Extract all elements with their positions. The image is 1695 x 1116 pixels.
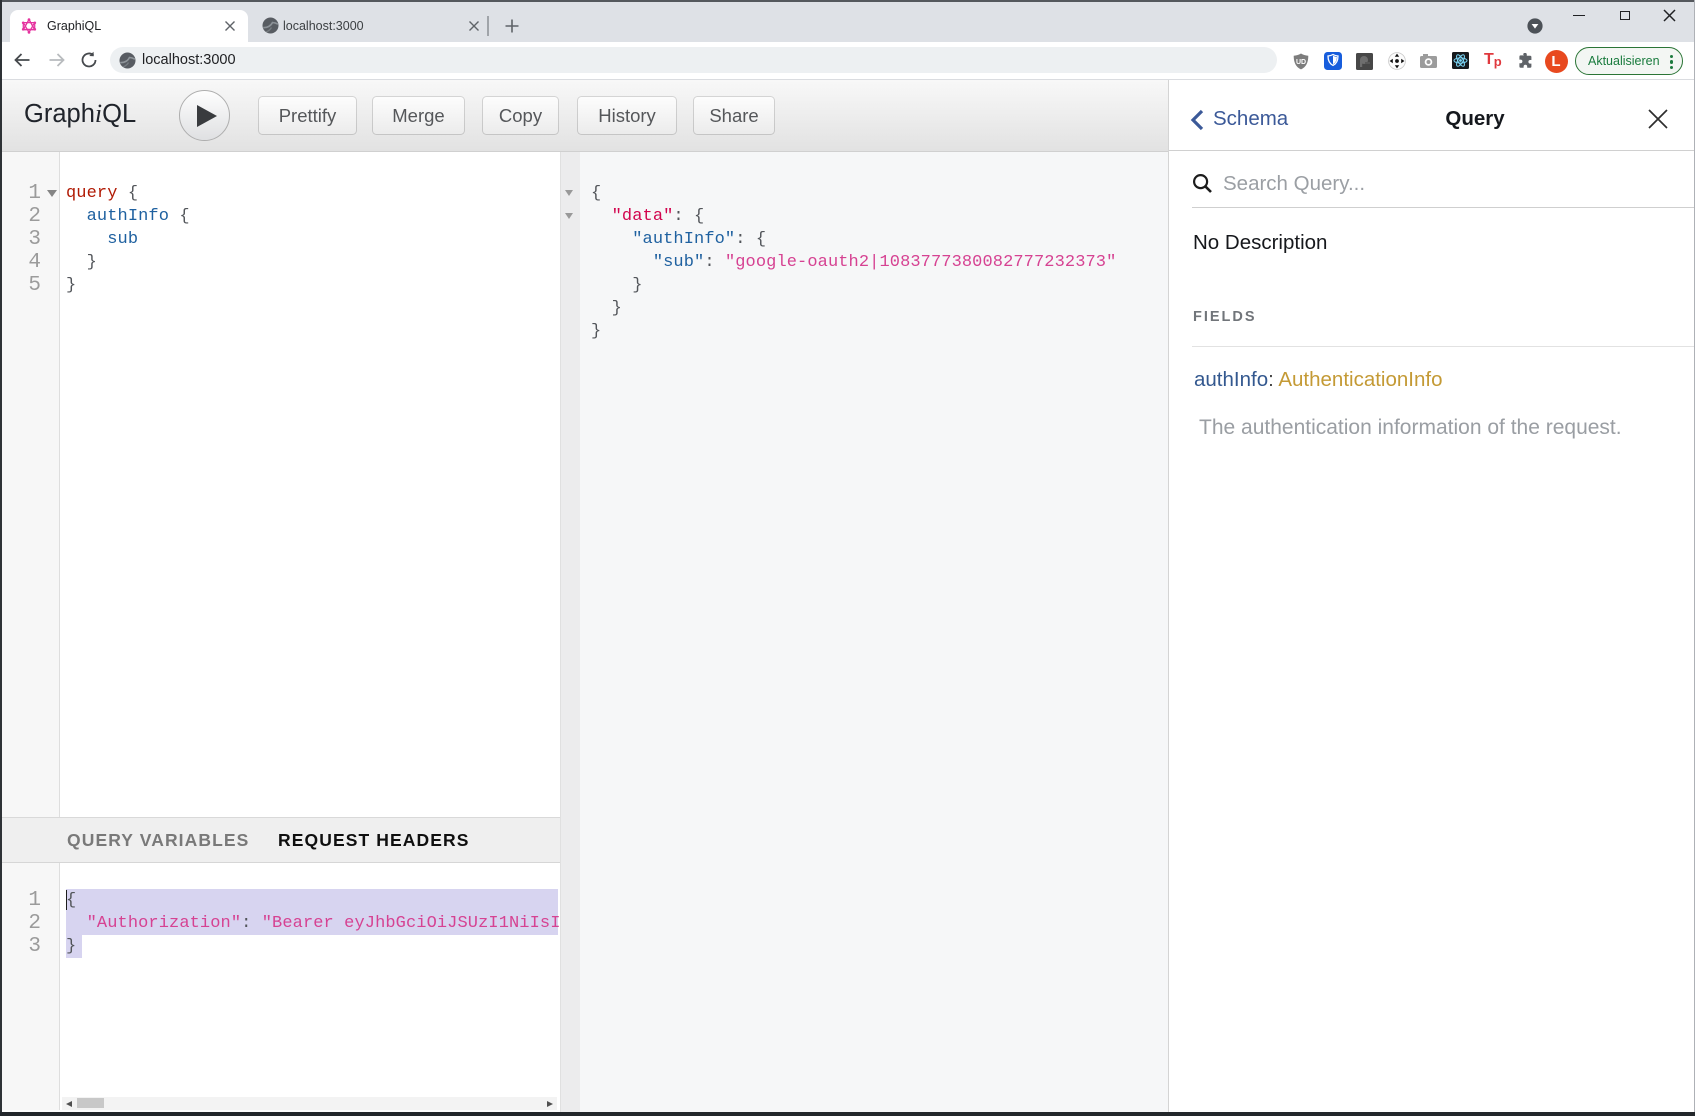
svg-text:UD: UD	[1296, 59, 1306, 66]
